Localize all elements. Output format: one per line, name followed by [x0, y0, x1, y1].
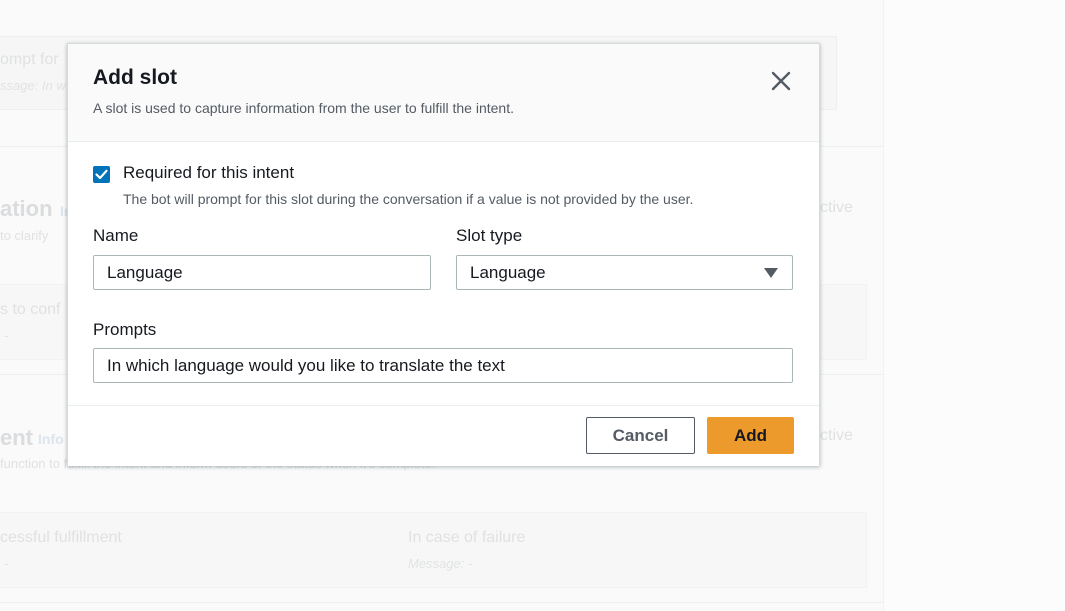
modal-footer: Cancel Add	[68, 405, 819, 466]
add-slot-modal: Add slot A slot is used to capture infor…	[67, 43, 820, 466]
slot-type-value: Language	[470, 263, 546, 282]
close-icon	[771, 71, 791, 91]
name-label: Name	[93, 226, 139, 245]
modal-title: Add slot	[93, 66, 177, 89]
required-checkbox[interactable]	[93, 166, 110, 183]
required-checkbox-description: The bot will prompt for this slot during…	[123, 191, 694, 207]
modal-header: Add slot A slot is used to capture infor…	[68, 44, 819, 142]
prompts-input[interactable]: In which language would you like to tran…	[93, 348, 793, 383]
close-button[interactable]	[768, 68, 794, 94]
modal-description: A slot is used to capture information fr…	[93, 100, 514, 116]
prompts-label: Prompts	[93, 320, 157, 339]
add-button[interactable]: Add	[707, 417, 794, 454]
required-checkbox-label[interactable]: Required for this intent	[123, 163, 294, 183]
checkmark-icon	[95, 169, 108, 180]
slot-type-select[interactable]: Language	[456, 255, 793, 290]
modal-body: Required for this intent The bot will pr…	[68, 142, 819, 405]
name-input[interactable]: Language	[93, 255, 431, 290]
caret-down-icon	[764, 268, 778, 278]
cancel-button[interactable]: Cancel	[586, 417, 695, 454]
slot-type-label: Slot type	[456, 226, 523, 245]
